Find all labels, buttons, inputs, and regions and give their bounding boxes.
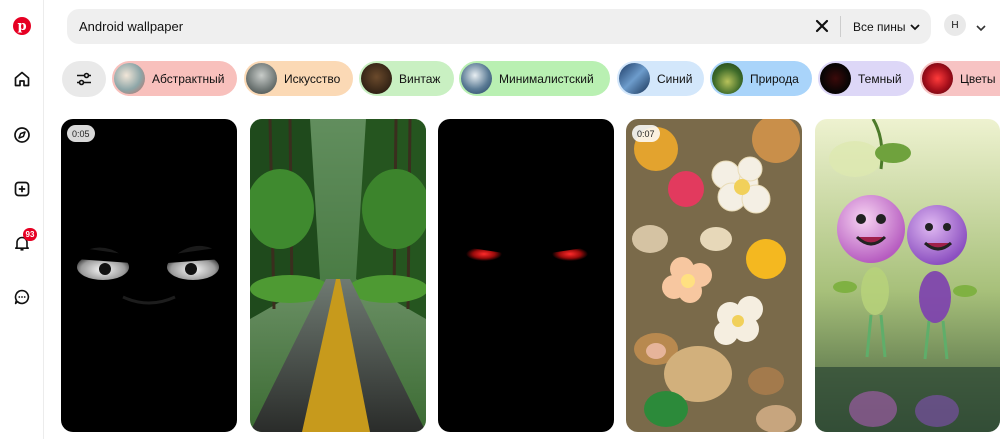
search-scope-dropdown[interactable]: Все пины <box>853 9 921 44</box>
account-menu-chevron-icon[interactable] <box>975 20 987 32</box>
pin-image-flowers-pebbles <box>626 119 802 432</box>
bell-icon[interactable]: 93 <box>10 228 37 255</box>
pinterest-logo-mark: p <box>13 17 31 35</box>
chip-art[interactable]: Искусство <box>244 61 353 96</box>
sliders-icon <box>77 72 91 86</box>
video-length-badge: 0:05 <box>67 125 95 142</box>
notification-count-badge: 93 <box>23 228 37 241</box>
filter-settings-button[interactable] <box>62 61 106 97</box>
chip-thumbnail <box>361 63 392 94</box>
chip-abstract[interactable]: Абстрактный <box>112 61 237 96</box>
chip-thumbnail <box>619 63 650 94</box>
chip-label: Синий <box>657 71 693 86</box>
chevron-down-icon <box>910 23 921 30</box>
chip-nature[interactable]: Природа <box>710 61 812 96</box>
video-length-badge: 0:07 <box>632 125 660 142</box>
chip-thumbnail <box>114 63 145 94</box>
chip-thumbnail <box>922 63 953 94</box>
pin-card[interactable]: 0:05 <box>61 119 237 432</box>
chip-label: Темный <box>858 71 902 86</box>
chip-minimalist[interactable]: Минималистский <box>459 61 610 96</box>
pin-card[interactable]: 0:07 <box>626 119 802 432</box>
pin-image-forest-road <box>250 119 426 432</box>
chip-label: Цветы <box>960 71 996 86</box>
pinterest-logo[interactable]: p <box>10 14 34 38</box>
search-scope-label: Все пины <box>853 19 906 34</box>
chip-flowers[interactable]: Цветы <box>920 61 1000 96</box>
chip-thumbnail <box>246 63 277 94</box>
pin-card[interactable] <box>438 119 614 432</box>
pin-image-red-eyes <box>438 119 614 432</box>
home-icon[interactable] <box>10 67 34 91</box>
search-divider <box>840 16 841 37</box>
search-input[interactable] <box>79 9 799 44</box>
chip-label: Искусство <box>284 71 341 86</box>
chip-thumbnail <box>461 63 492 94</box>
pin-card[interactable] <box>250 119 426 432</box>
chip-dark[interactable]: Темный <box>818 61 914 96</box>
chip-label: Минималистский <box>499 71 594 86</box>
avatar[interactable]: Н <box>944 14 966 36</box>
chip-thumbnail <box>712 63 743 94</box>
explore-icon[interactable] <box>10 123 34 147</box>
pin-image-angry-eyes <box>61 119 237 432</box>
messages-icon[interactable] <box>10 285 34 309</box>
search-bar: Все пины <box>67 9 931 44</box>
clear-search-icon[interactable] <box>813 17 831 35</box>
sidebar: p 93 <box>0 0 44 439</box>
create-icon[interactable] <box>10 177 34 201</box>
pin-image-glass-smileys <box>815 119 1000 432</box>
chip-vintage[interactable]: Винтаж <box>359 61 454 96</box>
chip-thumbnail <box>820 63 851 94</box>
pin-card[interactable] <box>815 119 1000 432</box>
chip-label: Винтаж <box>399 71 441 86</box>
chip-label: Природа <box>750 71 799 86</box>
chip-blue[interactable]: Синий <box>617 61 704 96</box>
chip-label: Абстрактный <box>152 71 225 86</box>
